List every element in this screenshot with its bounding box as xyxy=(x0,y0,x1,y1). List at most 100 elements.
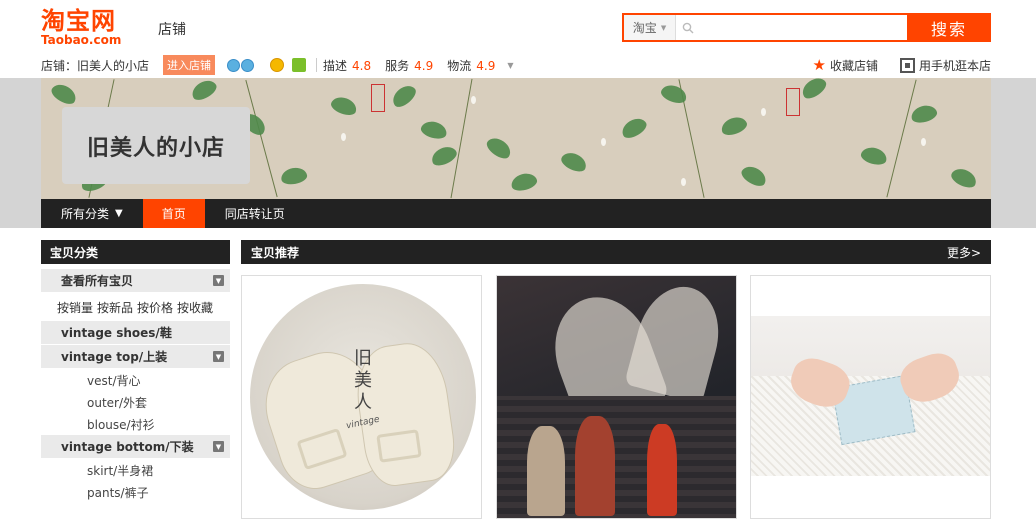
toggle-icon[interactable]: ▼ xyxy=(213,441,224,452)
rating-label: 描述 xyxy=(323,58,348,73)
divider xyxy=(316,58,318,72)
logo-cn-text: 淘宝网 xyxy=(41,6,116,35)
more-link[interactable]: 更多> xyxy=(947,244,981,261)
search-input[interactable] xyxy=(700,15,907,40)
category-sidebar: 宝贝分类 查看所有宝贝 ▼ 按销量 按新品 按价格 按收藏 vintage sh… xyxy=(41,240,230,503)
sort-by-new-link[interactable]: 按新品 xyxy=(97,299,133,316)
leaf-decoration xyxy=(483,133,515,163)
banner-shop-title-text: 旧美人的小店 xyxy=(86,135,225,161)
category-top[interactable]: vintage top/上装 ▼ xyxy=(41,345,230,369)
vine-decoration xyxy=(245,79,278,198)
medal-icon[interactable] xyxy=(270,58,285,72)
flower-decoration xyxy=(471,96,476,104)
search-field[interactable] xyxy=(676,15,907,40)
toggle-icon[interactable]: ▼ xyxy=(213,351,224,362)
shop-info-bar: 店铺： 旧美人的小店 进入店铺 描述 4.8 服务 4.9 物流 4.9 ▼ ★ 收藏… xyxy=(41,54,991,76)
leaf-decoration xyxy=(279,165,309,187)
figure-illustration xyxy=(647,424,677,516)
qrcode-icon xyxy=(899,57,915,73)
favorite-shop-label: 收藏店铺 xyxy=(829,58,878,73)
search-bar: 淘宝 ▼ 搜索 xyxy=(622,13,991,42)
sidebar-title: 宝贝分类 xyxy=(41,240,230,264)
category-label: vintage shoes/鞋 xyxy=(61,326,172,340)
seal-stamp xyxy=(371,84,385,112)
category-shoes[interactable]: vintage shoes/鞋 xyxy=(41,321,230,345)
product-overlay-text: 旧美人 xyxy=(354,348,372,413)
star-icon: ★ xyxy=(812,56,826,74)
subcategory-pants[interactable]: pants/裤子 xyxy=(41,481,230,503)
view-all-label: 查看所有宝贝 xyxy=(61,274,134,288)
nav-label: 所有分类 xyxy=(61,207,110,221)
flower-decoration xyxy=(341,133,346,141)
search-button[interactable]: 搜索 xyxy=(907,13,991,42)
nav-area: 所有分类 ▼ 首页 同店转让页 xyxy=(0,199,1036,228)
sort-by-sales-link[interactable]: 按销量 xyxy=(57,299,93,316)
consumer-guarantee-icon[interactable] xyxy=(292,58,307,72)
rating-logistics: 物流 4.9 xyxy=(447,57,495,74)
leaf-decoration xyxy=(948,165,980,191)
recommended-title: 宝贝推荐 xyxy=(251,245,300,260)
figure-illustration xyxy=(527,426,565,516)
figure-illustration xyxy=(575,416,615,516)
rating-label: 服务 xyxy=(385,58,410,73)
product-image[interactable]: 旧美人 vintage xyxy=(250,284,476,510)
subcategory-outer[interactable]: outer/外套 xyxy=(41,391,230,413)
caret-down-icon: ▼ xyxy=(115,208,123,219)
taobao-logo[interactable]: 淘宝网 Taobao.com xyxy=(41,8,133,48)
product-card[interactable]: 旧美人 vintage xyxy=(241,275,482,519)
leaf-decoration xyxy=(419,118,449,142)
mobile-browse-link[interactable]: 用手机逛本店 xyxy=(899,57,991,74)
sort-links: 按销量 按新品 按价格 按收藏 xyxy=(41,293,230,321)
buckle-shape xyxy=(376,429,422,463)
shoe-shape xyxy=(624,277,730,405)
nav-label: 同店转让页 xyxy=(224,207,285,221)
leaf-decoration xyxy=(859,144,889,168)
chevron-down-icon: ▼ xyxy=(660,23,667,32)
subcategory-vest[interactable]: vest/背心 xyxy=(41,369,230,391)
rating-value: 4.8 xyxy=(352,58,372,73)
toggle-icon[interactable]: ▼ xyxy=(213,275,224,286)
product-card[interactable] xyxy=(750,275,991,519)
leaf-decoration xyxy=(48,80,80,108)
shop-name-link[interactable]: 旧美人的小店 xyxy=(77,57,149,74)
product-image[interactable] xyxy=(751,316,990,476)
product-card[interactable] xyxy=(496,275,737,519)
banner-shop-title[interactable]: 旧美人的小店 xyxy=(62,107,250,184)
rating-service: 服务 4.9 xyxy=(385,57,433,74)
vine-decoration xyxy=(450,78,473,199)
nav-home[interactable]: 首页 xyxy=(142,199,205,228)
view-all-items-link[interactable]: 查看所有宝贝 ▼ xyxy=(41,269,230,293)
enter-shop-button[interactable]: 进入店铺 xyxy=(163,55,216,75)
category-label: vintage top/上装 xyxy=(61,350,168,364)
leaf-decoration xyxy=(329,94,359,118)
leaf-decoration xyxy=(428,143,460,169)
category-bottom[interactable]: vintage bottom/下装 ▼ xyxy=(41,435,230,459)
shop-tab[interactable]: 店铺 xyxy=(158,19,186,39)
vine-decoration xyxy=(886,79,917,198)
favorite-shop-link[interactable]: ★ 收藏店铺 xyxy=(813,57,878,74)
nav-transfer-page[interactable]: 同店转让页 xyxy=(205,199,305,228)
chevron-down-icon[interactable]: ▼ xyxy=(507,61,513,70)
search-scope-label: 淘宝 xyxy=(632,21,657,35)
leaf-decoration xyxy=(738,162,770,190)
mobile-browse-label: 用手机逛本店 xyxy=(918,58,991,73)
product-image[interactable] xyxy=(497,276,736,518)
search-icon xyxy=(682,22,694,33)
crown-icon xyxy=(227,58,241,72)
nav-all-categories[interactable]: 所有分类 ▼ xyxy=(41,199,143,228)
flower-decoration xyxy=(601,138,606,146)
shop-level-crowns xyxy=(227,58,255,72)
shop-label: 店铺： xyxy=(41,58,78,73)
flower-decoration xyxy=(681,178,686,186)
crown-icon xyxy=(241,58,255,72)
rating-label: 物流 xyxy=(447,58,472,73)
search-scope-select[interactable]: 淘宝 ▼ xyxy=(624,15,676,40)
leaf-decoration xyxy=(188,78,220,104)
subcategory-skirt[interactable]: skirt/半身裙 xyxy=(41,459,230,481)
recommended-header: 宝贝推荐 更多> xyxy=(241,240,991,264)
subcategory-blouse[interactable]: blouse/衬衫 xyxy=(41,413,230,435)
leaf-decoration xyxy=(558,149,590,175)
sort-by-price-link[interactable]: 按价格 xyxy=(137,299,173,316)
sort-by-favorites-link[interactable]: 按收藏 xyxy=(177,299,213,316)
logo-en-text: Taobao.com xyxy=(41,33,122,47)
